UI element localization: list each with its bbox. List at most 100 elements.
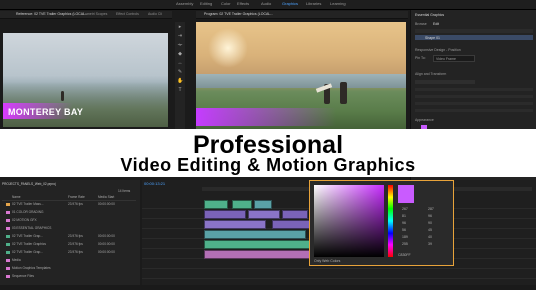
color-value-field[interactable]: 45 [428,228,432,232]
hex-value[interactable]: C830FF [398,253,411,257]
color-value-field[interactable]: 287 [428,207,434,211]
project-cell-start: 00:00:00:00 [98,250,115,254]
project-cell-name: 02 TVE Trailer Grap... [12,250,43,254]
timeline-track[interactable] [142,270,536,279]
hand-icon[interactable]: ✋ [177,78,183,84]
timeline-clip[interactable] [204,240,316,249]
label-color-chip [6,243,10,246]
banner-subtitle: Video Editing & Motion Graphics [120,155,416,175]
workspace-tab[interactable]: Libraries [306,1,321,6]
transform-row [415,95,533,98]
project-cell-name: 03 ESSENTIAL GRAPHICS [12,226,52,230]
selection-tool-icon[interactable]: ▸ [177,24,183,30]
label-color-chip [6,267,10,270]
tab-lumetri-scopes[interactable]: Lumetri Scopes [83,12,107,16]
color-value-field[interactable]: 56 [402,228,406,232]
project-row[interactable]: 02 TVE Trailer Graphics 23.976 fps 00:00:0… [2,242,136,247]
color-value-field[interactable]: 96 [402,221,406,225]
eg-layer-row[interactable]: Shape 01 [415,35,533,40]
color-value-field[interactable]: 81 [402,214,406,218]
label-color-chip [6,227,10,230]
project-row[interactable]: 01 COLOR GRADING [2,210,136,215]
eg-toolbar [415,29,533,33]
slip-icon[interactable]: ↔ [177,60,183,66]
timeline-clip[interactable] [204,220,266,229]
eg-section-appearance: Appearance [415,118,434,122]
razor-icon[interactable]: ◆ [177,51,183,57]
eg-layer-name: Shape 01 [425,35,440,40]
type-icon[interactable]: T [177,87,183,93]
workspace-tab[interactable]: Assembly [176,1,193,6]
project-row[interactable]: 02 TVE Trailer Grap... 23.976 fps 00:00:00… [2,234,136,239]
label-color-chip [6,211,10,214]
project-cell-start: 00:00:00:00 [98,242,115,246]
color-value-field[interactable]: 90 [428,221,432,225]
color-value-field[interactable]: 39 [428,242,432,246]
eg-pin-label: Pin To: [415,56,426,60]
status-bar [0,285,536,290]
col-media-start[interactable]: Media Start [98,195,114,199]
tab-audio-clip[interactable]: Audio Cli [148,12,162,16]
project-cell-rate: 23.976 fps [68,250,83,254]
hue-slider[interactable] [388,185,393,257]
project-row[interactable]: Sequence Files [2,274,136,279]
timeline-clip[interactable] [272,220,314,229]
transform-row [415,88,533,91]
sun-glow [208,28,248,68]
project-row[interactable]: 02 MOTION GFX [2,218,136,223]
color-value-field[interactable]: 96 [428,214,432,218]
ripple-edit-icon[interactable]: ⟛ [177,42,183,48]
timeline-clip[interactable] [254,200,272,209]
timeline-clip[interactable] [248,210,280,219]
project-panel: PROJECTS_PANELS_Web_02.prproj 14 Items N… [0,180,140,290]
workspace-tab[interactable]: Color [221,1,231,6]
project-row[interactable]: 02 TVE Trailer Grap... 23.976 fps 00:00:00… [2,250,136,255]
project-cell-rate: 23.976 fps [68,234,83,238]
project-row[interactable]: 03 ESSENTIAL GRAPHICS [2,226,136,231]
pin-to-dropdown[interactable]: Video Frame [433,55,475,62]
project-item-count: 14 Items [118,189,131,193]
timeline-clip[interactable] [232,200,252,209]
saturation-field[interactable] [314,185,384,257]
tab-effect-controls[interactable]: Effect Controls [116,12,139,16]
only-web-colors[interactable]: Only Web Colors [314,259,340,263]
project-cell-name: Motion Graphics Templates [12,266,51,270]
timeline-clip[interactable] [204,210,246,219]
lower-third-title: MONTEREY BAY [8,107,84,117]
project-row[interactable]: Motion Graphics Templates [2,266,136,271]
eg-section-align: Align and Transform [415,72,447,76]
workspace-tab[interactable]: Audio [261,1,271,6]
workspace-tab[interactable]: Effects [237,1,249,6]
color-value-field[interactable]: 40 [428,235,432,239]
project-row[interactable]: Media [2,258,136,263]
figure [340,82,347,104]
tab-reference[interactable]: Reference: 02 TVE Trailer Graphics (LOCA… [16,12,88,16]
label-color-chip [6,275,10,278]
color-value-field[interactable]: 267 [402,207,408,211]
timeline-clip[interactable] [204,230,306,239]
col-frame-rate[interactable]: Frame Rate [68,195,85,199]
color-value-field[interactable]: 255 [402,242,408,246]
col-name[interactable]: Name [12,195,21,199]
pen-icon[interactable]: ✎ [177,69,183,75]
tab-program[interactable]: Program: 02 TVE Trailer Graphics (LOCAL.… [204,12,273,16]
promo-banner: Professional Video Editing & Motion Grap… [0,129,536,177]
transform-row [415,109,533,112]
label-color-chip [6,203,10,206]
color-value-field[interactable]: 189 [402,235,408,239]
project-cell-rate: 23.976 fps [68,242,83,246]
project-path: PROJECTS_PANELS_Web_02.prproj [2,182,56,186]
timeline-clip[interactable] [282,210,308,219]
timeline-clip[interactable] [204,200,228,209]
workspace-tab[interactable]: Learning [330,1,346,6]
project-row[interactable]: 02 TVE Trailer Mass... 23.976 fps 00:00:00… [2,202,136,207]
track-select-icon[interactable]: ⇥ [177,33,183,39]
program-monitor-frame [196,22,406,134]
eg-browse-tab[interactable]: Browse [415,22,427,26]
project-cell-name: 02 TVE Trailer Grap... [12,234,43,238]
workspace-tab-active[interactable]: Graphics [282,1,298,6]
align-buttons[interactable] [415,80,475,84]
project-cell-name: 02 TVE Trailer Graphics [12,242,46,246]
eg-edit-tab[interactable]: Edit [433,22,439,26]
workspace-tab[interactable]: Editing [200,1,212,6]
